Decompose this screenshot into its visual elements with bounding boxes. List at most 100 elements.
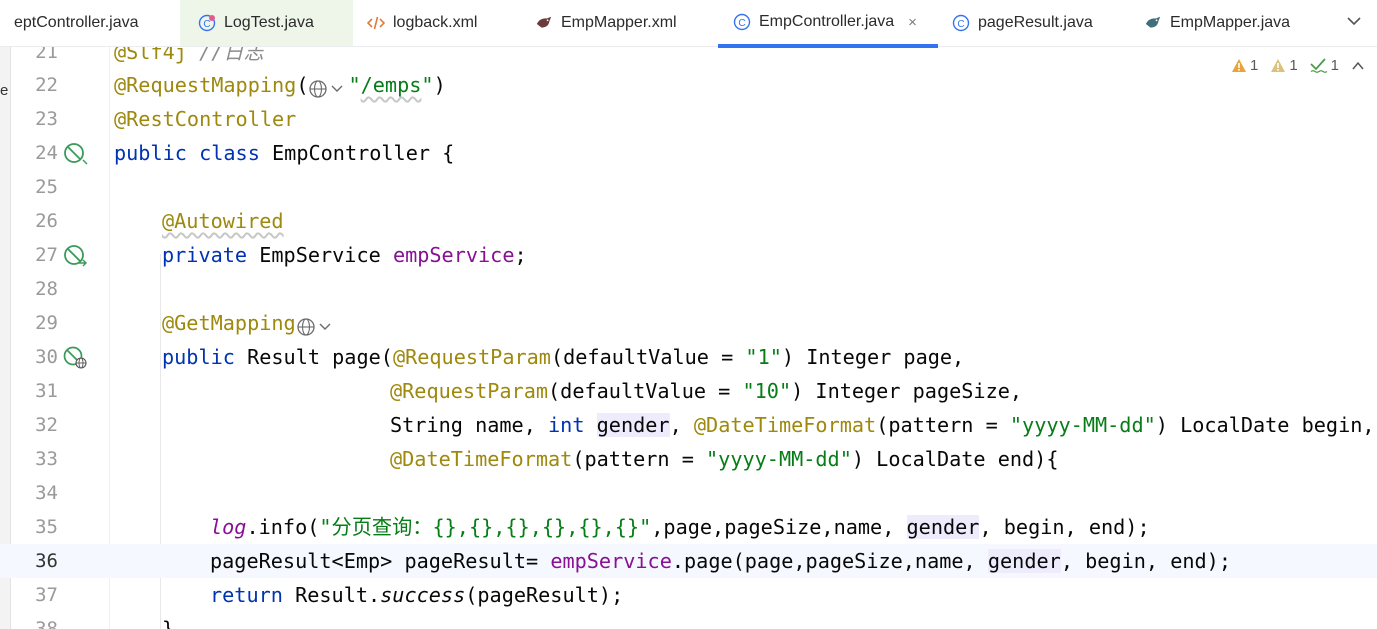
code-token: (defaultValue = xyxy=(548,379,743,403)
code-line-27[interactable]: 27 private EmpService empService; xyxy=(0,238,1377,272)
code-line-34[interactable]: 34 xyxy=(0,476,1377,510)
code-method: success xyxy=(380,583,466,607)
line-number: 23 xyxy=(35,108,58,130)
code-token: .page(page,pageSize,name, xyxy=(671,549,988,573)
code-line-23[interactable]: 23 @RestController xyxy=(0,102,1377,136)
code-token: ; xyxy=(514,243,527,267)
code-token: gender xyxy=(906,515,980,539)
code-keyword: public class xyxy=(114,141,273,165)
code-token: @RequestMapping xyxy=(114,73,297,97)
tab-label: pageResult.java xyxy=(978,14,1093,31)
globe-icon[interactable] xyxy=(296,314,336,336)
line-number: 36 xyxy=(35,550,58,572)
chevron-down-icon[interactable] xyxy=(1345,12,1363,30)
code-field: empService xyxy=(392,243,515,267)
code-line-38[interactable]: 38 } xyxy=(0,612,1377,629)
tab-logback-xml[interactable]: logback.xml xyxy=(353,0,523,46)
line-number: 37 xyxy=(35,584,58,606)
code-string: "yyyy-MM-dd" xyxy=(706,447,852,471)
code-line-30[interactable]: 30 public Result page(@RequestParam(defa… xyxy=(0,340,1377,374)
code-line-35[interactable]: 35 log.info("分页查询：{},{},{},{},{},{}",pag… xyxy=(0,510,1377,544)
code-token: ) xyxy=(433,73,446,97)
code-token: ) LocalDate begin, xyxy=(1155,413,1375,437)
code-line-21[interactable]: 21 @Slf4j //日志 xyxy=(0,47,1377,69)
xml-file-icon xyxy=(367,14,385,32)
svg-text:C: C xyxy=(957,19,964,30)
code-editor[interactable]: e 1 1 1 21 @Slf4j //日志 22 @RequestMappin… xyxy=(0,47,1377,629)
code-token: @DateTimeFormat xyxy=(390,447,573,471)
close-icon[interactable]: × xyxy=(908,14,917,31)
code-field: log xyxy=(210,515,247,539)
line-number: 32 xyxy=(35,414,58,436)
tab-label: LogTest.java xyxy=(224,14,314,31)
code-line-28[interactable]: 28 xyxy=(0,272,1377,306)
code-token: .info( xyxy=(246,515,320,539)
line-number: 35 xyxy=(35,516,58,538)
code-line-26[interactable]: 26 @Autowired xyxy=(0,204,1377,238)
spring-bean-icon[interactable] xyxy=(63,142,89,166)
code-string: /emps xyxy=(360,73,422,97)
code-token: (pageResult); xyxy=(465,583,624,607)
line-number: 25 xyxy=(35,176,58,198)
tab-label: EmpMapper.xml xyxy=(561,14,677,31)
line-number: 30 xyxy=(35,346,58,368)
tab-label: logback.xml xyxy=(393,14,478,31)
code-token: , begin, end); xyxy=(979,515,1150,539)
autowired-navigate-icon[interactable] xyxy=(63,244,89,268)
line-number: 38 xyxy=(35,618,58,629)
code-line-36-current[interactable]: 36 pageResult<Emp> pageResult= empServic… xyxy=(0,544,1377,578)
tab-label: EmpMapper.java xyxy=(1170,14,1291,31)
tab-emp-controller-active[interactable]: C EmpController.java × xyxy=(718,0,938,48)
code-string: "1" xyxy=(745,345,782,369)
endpoint-web-icon[interactable] xyxy=(63,346,89,370)
code-line-25[interactable]: 25 xyxy=(0,170,1377,204)
code-string: "10" xyxy=(742,379,792,403)
tab-dept-controller[interactable]: eptController.java xyxy=(0,0,180,46)
java-class-icon: C xyxy=(952,14,970,32)
code-line-22[interactable]: 22 @RequestMapping( "/emps") xyxy=(0,68,1377,102)
code-token: ) Integer page, xyxy=(781,345,965,369)
code-line-24[interactable]: 24 public class EmpController { xyxy=(0,136,1377,170)
globe-icon[interactable] xyxy=(308,76,348,98)
line-number: 29 xyxy=(35,312,58,334)
tab-page-result[interactable]: C pageResult.java xyxy=(938,0,1130,46)
code-token: @DateTimeFormat xyxy=(693,413,877,437)
test-class-icon: C xyxy=(198,14,216,32)
code-string: " xyxy=(348,73,361,97)
code-line-33[interactable]: 33 @DateTimeFormat(pattern = "yyyy-MM-dd… xyxy=(0,442,1377,476)
code-field: empService xyxy=(550,549,672,573)
code-line-31[interactable]: 31 @RequestParam(defaultValue = "10") In… xyxy=(0,374,1377,408)
code-line-37[interactable]: 37 return Result.success(pageResult); xyxy=(0,578,1377,612)
code-token: (pattern = xyxy=(572,447,707,471)
line-number: 27 xyxy=(35,244,58,266)
code-line-32[interactable]: 32 String name, int gender, @DateTimeFor… xyxy=(0,408,1377,442)
code-token: gender xyxy=(596,413,670,437)
line-number: 34 xyxy=(35,482,58,504)
code-keyword: private xyxy=(162,243,260,267)
line-number: 31 xyxy=(35,380,58,402)
tab-label: eptController.java xyxy=(14,14,139,31)
tab-label: EmpController.java xyxy=(759,13,895,30)
code-token: @GetMapping xyxy=(162,311,296,335)
code-token: @RequestParam xyxy=(390,379,549,403)
code-token: gender xyxy=(987,549,1061,573)
tab-emp-mapper-java[interactable]: EmpMapper.java xyxy=(1130,0,1330,46)
code-string: " xyxy=(421,73,434,97)
line-number: 21 xyxy=(35,47,58,63)
tab-log-test[interactable]: C LogTest.java xyxy=(180,0,353,46)
code-token: (pattern = xyxy=(876,413,1010,437)
code-token: @RestController xyxy=(114,107,297,131)
code-token: , xyxy=(669,413,694,437)
code-token: ( xyxy=(296,73,309,97)
line-number: 22 xyxy=(35,74,58,96)
code-token: Result page( xyxy=(247,345,393,369)
code-line-29[interactable]: 29 @GetMapping xyxy=(0,306,1377,340)
code-comment: //日志 xyxy=(186,47,264,64)
java-class-icon: C xyxy=(733,13,751,31)
svg-text:C: C xyxy=(203,19,210,30)
code-token: } xyxy=(162,617,175,629)
line-number: 28 xyxy=(35,278,58,300)
line-number: 33 xyxy=(35,448,58,470)
tab-emp-mapper-xml[interactable]: EmpMapper.xml xyxy=(523,0,718,46)
code-string: "yyyy-MM-dd" xyxy=(1009,413,1156,437)
